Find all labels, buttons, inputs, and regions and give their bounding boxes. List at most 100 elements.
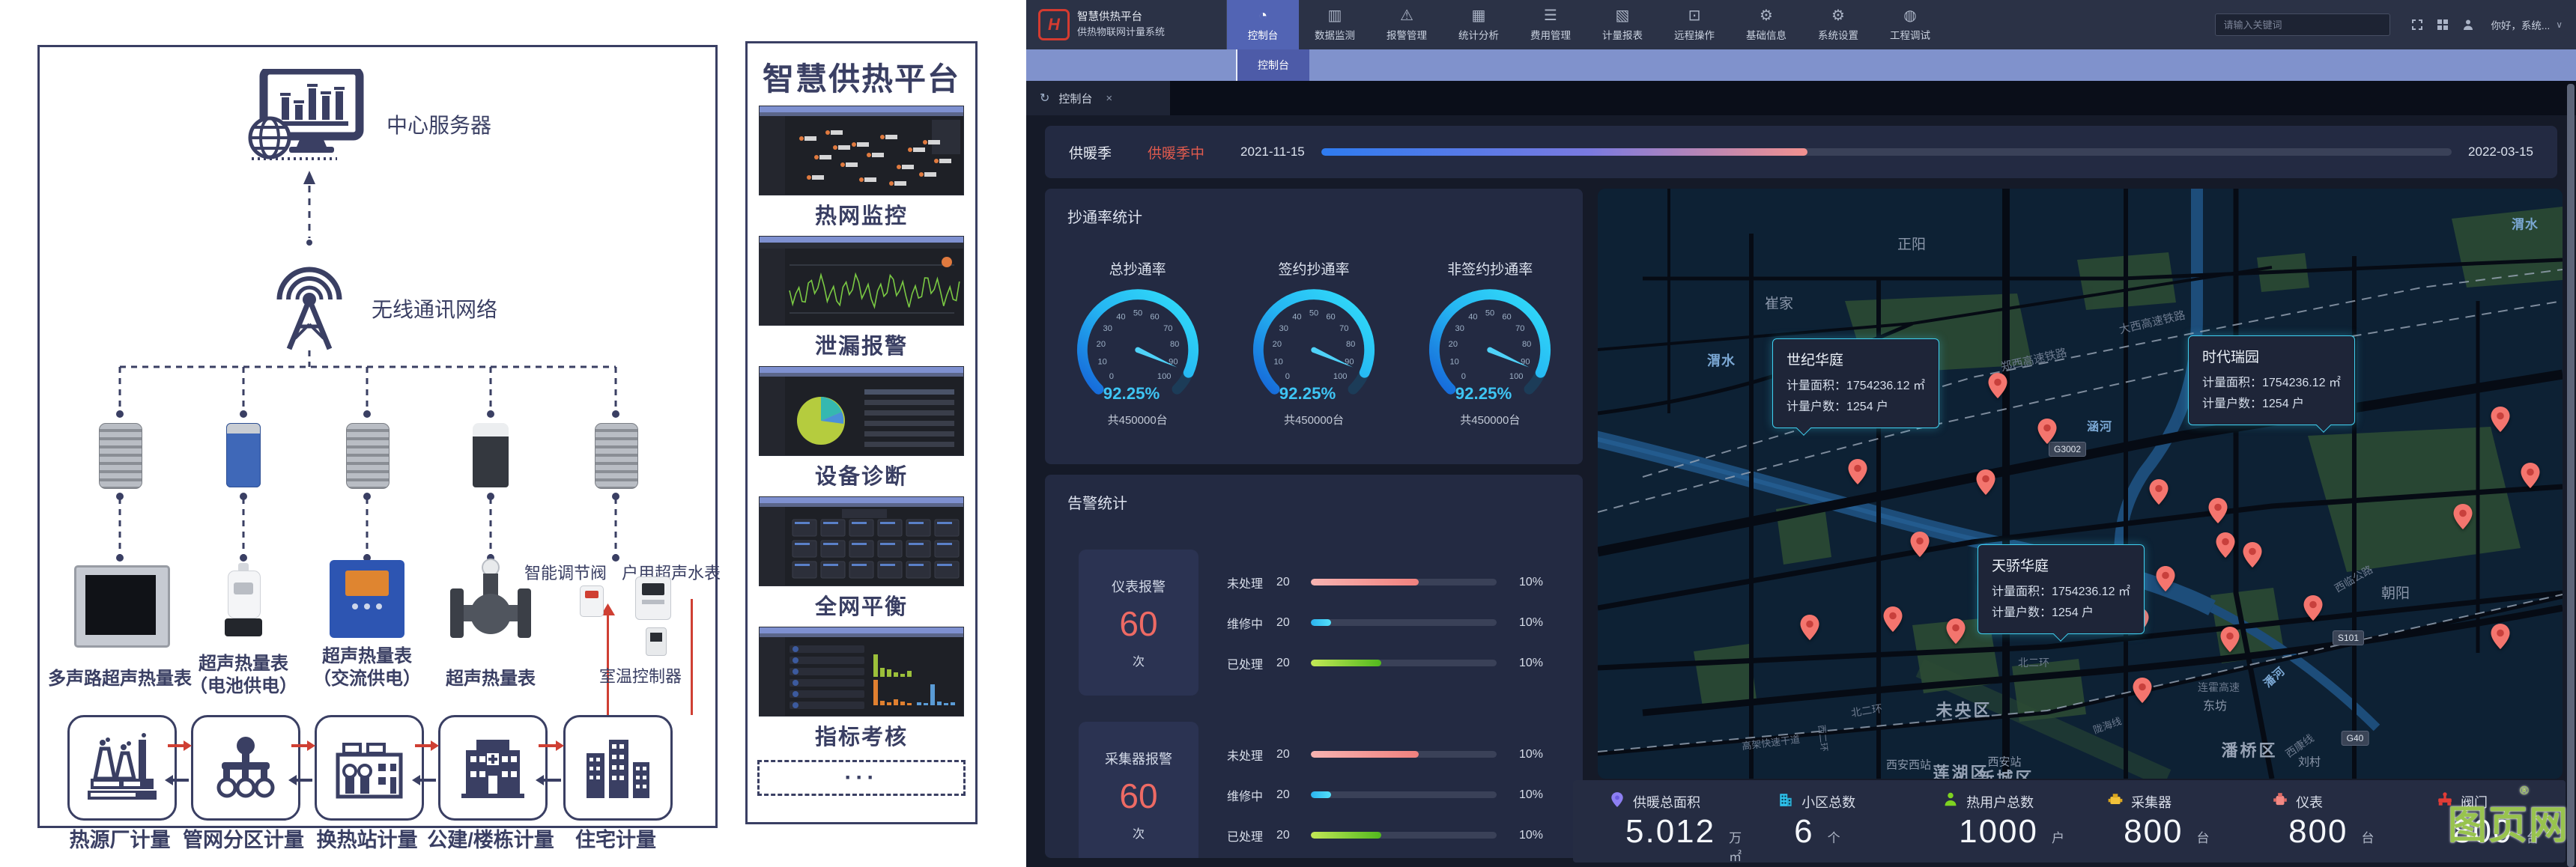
alarm-card-count: 60	[1119, 776, 1157, 816]
stat-label: 小区总数	[1801, 792, 1855, 812]
nav-item-console[interactable]: ◔ 控制台	[1227, 0, 1299, 49]
map-pin[interactable]	[2521, 463, 2540, 488]
gauge-name: 总抄通率	[1109, 258, 1166, 279]
return-arrow	[543, 779, 561, 782]
supply-arrow	[291, 744, 308, 747]
page-tab-strip: ↻ 控制台 ×	[1026, 81, 2576, 115]
user-menu[interactable]: 你好，系统... ∨	[2491, 0, 2563, 49]
map-pin[interactable]	[2208, 498, 2228, 523]
nav-item-remote-operation[interactable]: ⊡ 远程操作	[1658, 0, 1730, 49]
map-pin[interactable]	[1988, 373, 2007, 398]
central-server-icon	[247, 69, 375, 162]
map-pin[interactable]	[1848, 459, 1867, 484]
app-subtitle: 供热物联网计量系统	[1077, 25, 1165, 39]
map-pin[interactable]	[2220, 627, 2240, 652]
apps-grid-icon[interactable]	[2437, 19, 2449, 31]
meter-label: 超声热量表	[303, 645, 431, 668]
thermostat-icon	[646, 627, 667, 656]
stat-unit: 台	[2197, 827, 2210, 846]
metering-area: 计量面积：1754236.12 ㎡	[1992, 582, 2130, 603]
map-pin[interactable]	[2303, 595, 2323, 621]
alarm-card-name: 仪表报警	[1112, 577, 1166, 596]
gauge-total: 共450000台	[1108, 412, 1168, 428]
alarm-bar-track	[1311, 619, 1497, 626]
map-pin[interactable]	[1800, 615, 1819, 640]
alarm-bar-fill	[1311, 660, 1381, 666]
return-arrow	[172, 779, 189, 782]
map-pin[interactable]	[1910, 532, 1930, 557]
map-pin[interactable]	[1976, 469, 1995, 495]
search-input[interactable]	[2215, 13, 2390, 36]
meter-label: （电池供电）	[180, 675, 307, 698]
nav-item-fee-management[interactable]: ☰ 费用管理	[1515, 0, 1586, 49]
svg-text:20: 20	[1273, 340, 1282, 349]
nav-item-data-monitoring[interactable]: ▥ 数据监测	[1299, 0, 1371, 49]
refresh-icon[interactable]: ↻	[1040, 91, 1049, 106]
metering-area: 计量面积：1754236.12 ㎡	[2202, 373, 2341, 394]
svg-text:0: 0	[1285, 372, 1290, 381]
nav-item-alarm-management[interactable]: ⚠ 报警管理	[1371, 0, 1443, 49]
map-pin[interactable]	[2243, 542, 2262, 568]
gauge-value: 92.25%	[1103, 384, 1160, 403]
road-badge: G40	[2342, 731, 2369, 746]
map-pin[interactable]	[1883, 606, 1903, 632]
map-tooltip: 时代瑞园 计量面积：1754236.12 ㎡ 计量户数：1254 户	[2188, 335, 2355, 425]
alarm-row-value: 20	[1276, 788, 1311, 802]
alarm-row: 维修中 20 10%	[1227, 614, 1558, 632]
alarm-bar-fill	[1311, 619, 1331, 626]
collector-device	[99, 423, 142, 489]
map-pin[interactable]	[2037, 419, 2057, 444]
alarm-group-0: 仪表报警 60 次 未处理 20 10% 维修中 20 10%	[1079, 550, 1558, 696]
meter-line	[691, 599, 693, 715]
meter-label: 多声路超声热量表	[45, 668, 195, 690]
nav-item-engineering-debug[interactable]: ◍ 工程调试	[1874, 0, 1946, 49]
nav-item-statistics-analysis[interactable]: ▦ 统计分析	[1443, 0, 1515, 49]
close-icon[interactable]: ×	[1106, 92, 1112, 105]
stat-unit: 万㎡	[1729, 827, 1742, 865]
map-pin[interactable]	[1946, 618, 1966, 644]
sub-nav: 控制台	[1026, 49, 2576, 81]
network-label: 无线通讯网络	[372, 293, 497, 323]
chevron-down-icon: ∨	[2556, 19, 2563, 30]
alarm-row-pct: 10%	[1519, 616, 1543, 630]
nav-item-basic-info[interactable]: ⚙ 基础信息	[1730, 0, 1802, 49]
map-pin[interactable]	[2149, 479, 2169, 505]
scrollbar[interactable]	[2567, 84, 2575, 867]
module-list: 热网监控泄漏报警设备诊断全网平衡 指标考核	[759, 106, 964, 757]
multipath-heat-meter	[74, 565, 170, 648]
uplink-arrow	[298, 171, 321, 246]
module-grid: 全网平衡	[759, 496, 964, 622]
collector-icon	[2107, 791, 2124, 812]
svg-text:60: 60	[1503, 313, 1512, 322]
alarm-row: 已处理 20 10%	[1227, 827, 1558, 845]
return-arrow	[296, 779, 312, 782]
community-name: 时代瑞园	[2202, 346, 2341, 366]
alarm-bar-track	[1311, 751, 1497, 758]
alarm-row-value: 20	[1276, 657, 1311, 670]
module-caption: 设备诊断	[815, 459, 908, 490]
building-label: 公建/楼栋计量	[427, 824, 554, 853]
map-pin[interactable]	[2216, 532, 2235, 558]
map-pin[interactable]	[2133, 678, 2152, 703]
user-icon[interactable]	[2462, 19, 2474, 31]
map-pin[interactable]	[2156, 566, 2175, 591]
map-pin[interactable]	[2453, 504, 2473, 529]
fullscreen-icon[interactable]	[2411, 19, 2423, 31]
nav-item-metering-reports[interactable]: ▧ 计量报表	[1586, 0, 1658, 49]
svg-text:70: 70	[1163, 324, 1172, 333]
city-map[interactable]: 正阳崔家渭水渭水大西高速铁路郑西高速铁路涵河潘河朝阳西临公路连霍高速东坊潘桥区西…	[1598, 189, 2563, 779]
map-pin[interactable]	[2491, 407, 2510, 432]
svg-text:80: 80	[1170, 340, 1179, 349]
modules-border: 智慧供热平台 热网监控泄漏报警设备诊断全网平衡 指标考核 ···	[745, 41, 978, 824]
map-pin[interactable]	[2491, 624, 2510, 649]
alarm-group-1: 采集器报警 60 次 未处理 20 10% 维修中 20 10%	[1079, 722, 1558, 858]
module-caption: 热网监控	[815, 198, 908, 230]
gear-icon: ⚙	[1831, 8, 1845, 23]
page-tab-console[interactable]: ↻ 控制台 ×	[1026, 81, 1170, 115]
subnav-tab-console[interactable]: 控制台	[1236, 49, 1309, 81]
alarm-card-unit: 次	[1133, 651, 1145, 669]
nav-item-system-settings[interactable]: ⚙ 系统设置	[1802, 0, 1874, 49]
alarm-row-pct: 10%	[1519, 788, 1543, 802]
valve-label: 智能调节阀	[524, 560, 607, 584]
alarm-bar-fill	[1311, 791, 1331, 798]
